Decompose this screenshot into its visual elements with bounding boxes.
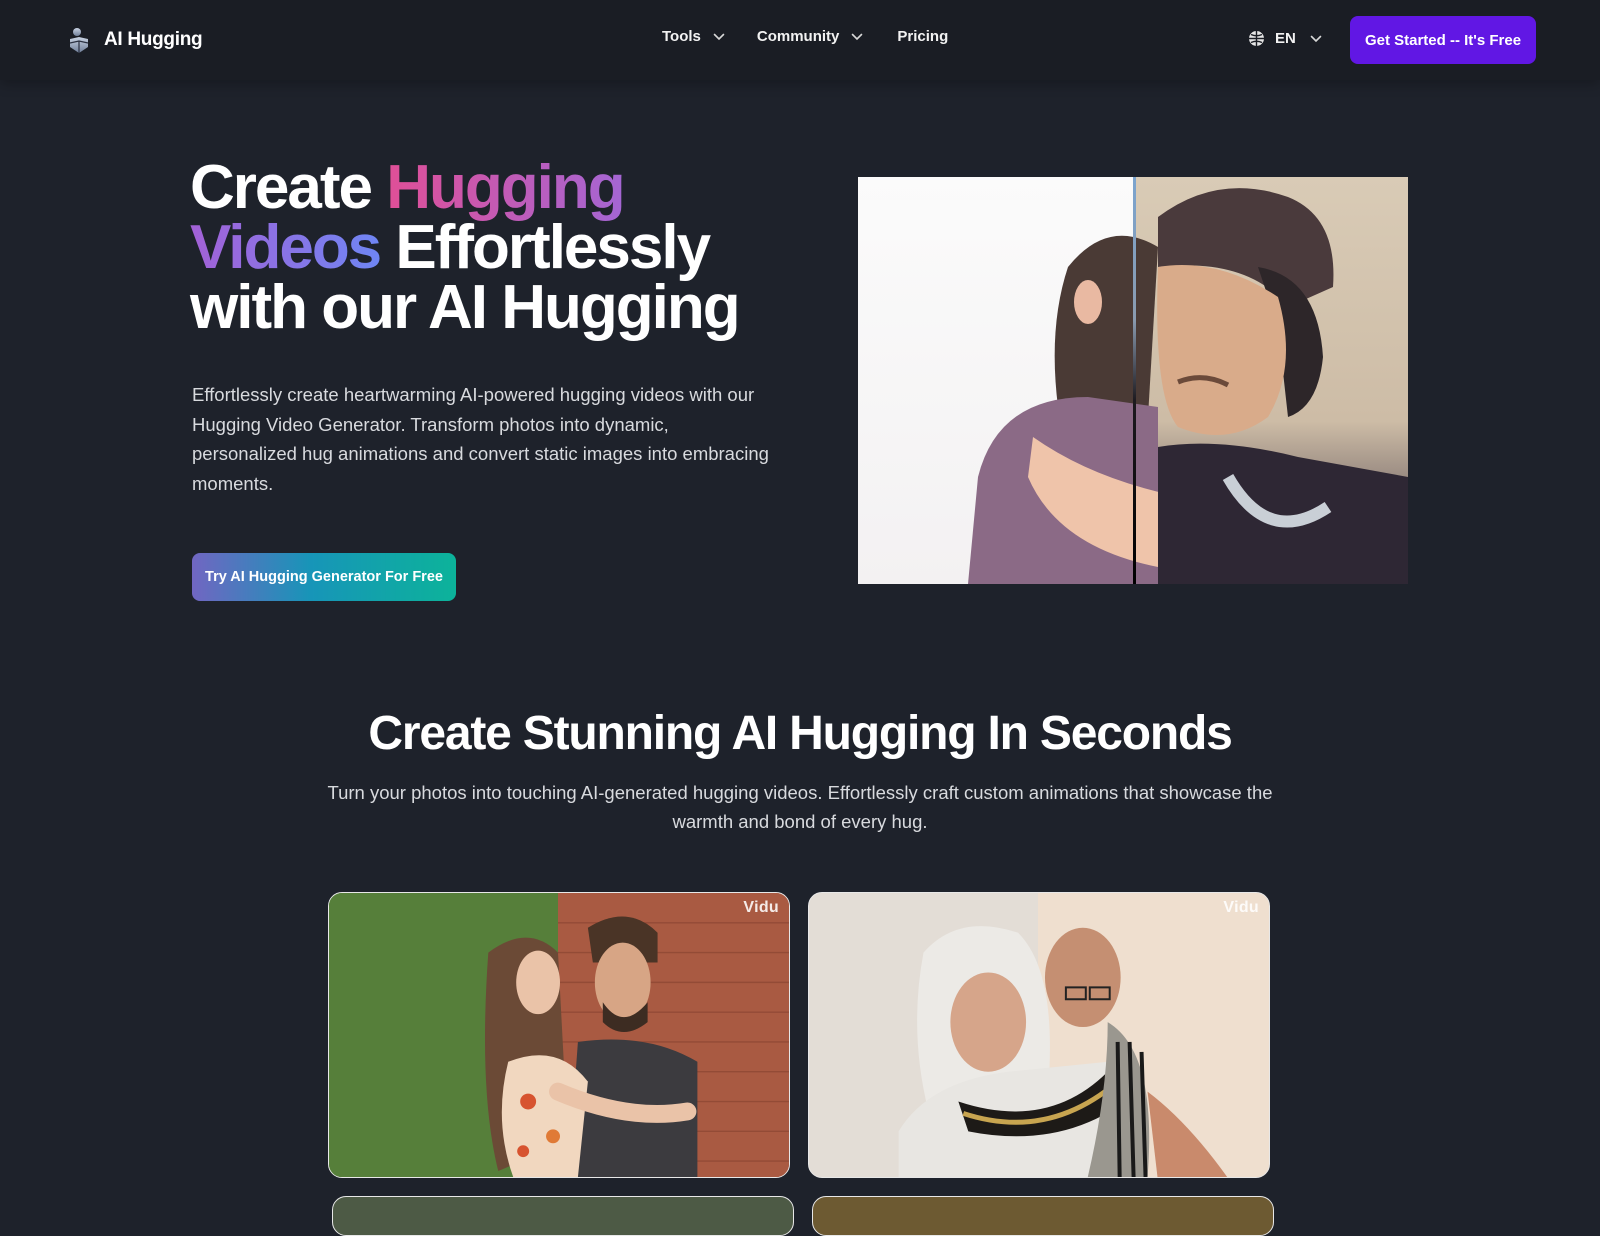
chevron-down-icon [713,33,725,40]
couple-scene-illustration [329,893,789,1177]
hero-title-part: Effortlessly [380,213,711,282]
nav-item-community[interactable]: Community [757,28,864,45]
nav-item-label: Community [756,28,840,45]
hero-title-highlight: Videos [190,213,382,282]
example-video-card[interactable]: Vidu [808,892,1270,1178]
brand-name: AI Hugging [104,29,203,50]
elderly-couple-scene-illustration [809,893,1269,1177]
chevron-down-icon [1310,35,1322,42]
hero-title-highlight: Hugging [386,153,625,222]
top-navbar: AI Hugging Tools Community Pricing EN Ge… [0,0,1600,80]
hero-description: Effortlessly create heartwarming AI-powe… [192,384,769,494]
nav-item-tools[interactable]: Tools [662,28,725,45]
chevron-down-icon [852,33,863,40]
get-started-button[interactable]: Get Started -- It's Free [1350,16,1536,64]
vidu-watermark: Vidu [743,899,779,916]
hero-title-part: with our AI Hugging [190,273,741,342]
hero-title: Create Hugging Videos Effortlessly with ou… [190,157,810,339]
brand-logo-link[interactable]: AI Hugging [68,24,203,56]
nav-item-label: Pricing [897,28,949,45]
vidu-watermark: Vidu [1223,899,1259,916]
globe-icon [1249,31,1264,46]
hero-title-part: Create [190,153,387,222]
hug-logo-icon [68,26,90,54]
example-video-card[interactable]: Vidu [328,892,790,1178]
example-video-card[interactable] [812,1196,1274,1236]
main-nav: Tools Community Pricing [662,28,948,45]
comparison-divider-handle[interactable] [1133,177,1136,584]
showcase-description: Turn your photos into touching AI-genera… [327,782,1273,832]
try-generator-button[interactable]: Try AI Hugging Generator For Free [192,553,456,601]
language-label: EN [1275,30,1296,47]
hero-comparison-video[interactable] [858,177,1408,584]
language-selector[interactable]: EN [1248,30,1322,47]
nav-item-pricing[interactable]: Pricing [897,28,948,45]
showcase-title: Create Stunning AI Hugging In Seconds [368,707,1232,760]
nav-item-label: Tools [662,28,701,45]
example-video-card[interactable] [332,1196,794,1236]
